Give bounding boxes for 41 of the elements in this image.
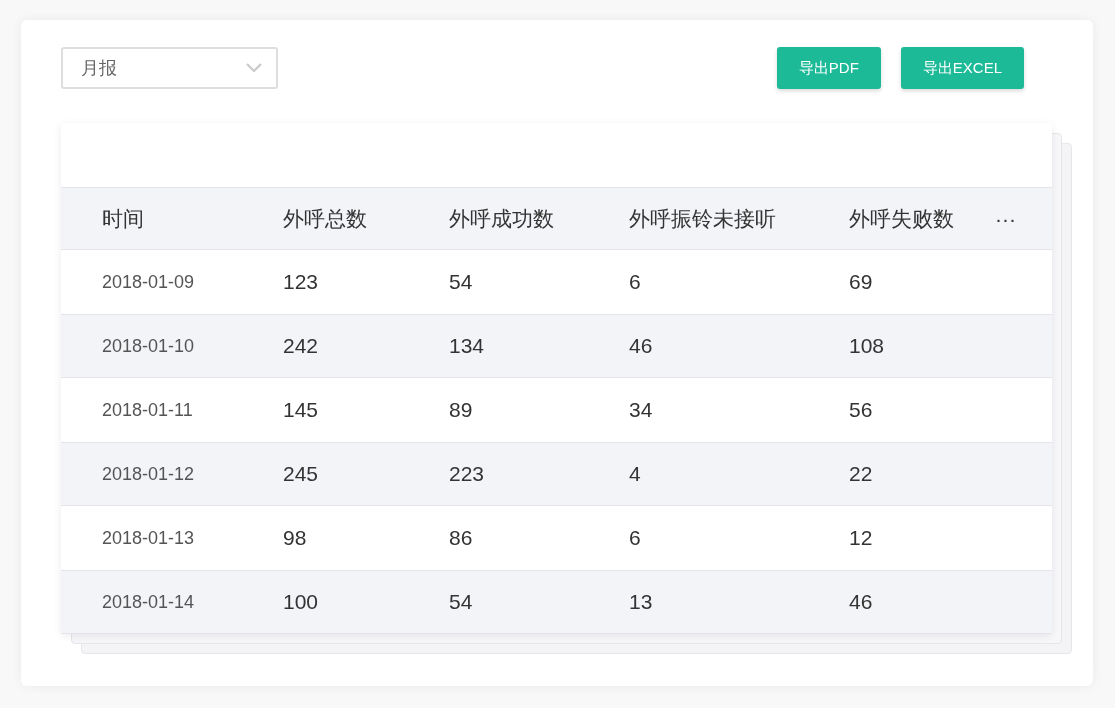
dropdown-value: 月报	[81, 56, 117, 80]
table-cell: 2018-01-10	[102, 335, 195, 356]
table-cell: 22	[849, 462, 873, 486]
table-cell: 12	[849, 526, 873, 550]
table-cell: 134	[449, 334, 485, 358]
table-cell: 6	[629, 270, 641, 294]
table-cell: 145	[283, 398, 319, 422]
table-cell: 2018-01-14	[102, 591, 195, 612]
table-cell: 223	[449, 462, 485, 486]
column-header: 外呼失败数	[849, 206, 954, 230]
table-cell: 6	[629, 526, 641, 550]
table-cell: 86	[449, 526, 473, 550]
column-header: 外呼振铃未接听	[629, 206, 776, 230]
table-cell: 4	[629, 462, 641, 486]
table-cell: 242	[283, 334, 319, 358]
table-cell: 108	[849, 334, 885, 358]
table-cell: 69	[849, 270, 873, 294]
table-cell: 89	[449, 398, 473, 422]
table-cell: 2018-01-12	[102, 463, 195, 484]
table-cell: 123	[283, 270, 319, 294]
table-cell: 2018-01-11	[102, 399, 193, 420]
table-cell: 54	[449, 270, 473, 294]
export-button[interactable]: 导出PDF	[776, 47, 881, 89]
table-cell: 2018-01-09	[102, 271, 195, 292]
table-cell: 56	[849, 398, 873, 422]
column-header: 时间	[102, 206, 144, 230]
table-cell: 34	[629, 398, 653, 422]
chevron-down-icon	[246, 63, 262, 73]
more-columns-indicator: ···	[995, 206, 1016, 230]
report-dropdown[interactable]: 月报	[61, 47, 278, 89]
column-header: 外呼总数	[283, 206, 367, 230]
table-cell: 100	[283, 590, 319, 614]
table-cell: 46	[629, 334, 653, 358]
table-cell: 98	[283, 526, 307, 550]
export-button[interactable]: 导出EXCEL	[900, 47, 1024, 89]
column-header: 外呼成功数	[449, 206, 554, 230]
table-cell: 2018-01-13	[102, 527, 195, 548]
table-cell: 245	[283, 462, 319, 486]
table-cell: 54	[449, 590, 473, 614]
table-cell: 46	[849, 590, 873, 614]
table-cell: 13	[629, 590, 653, 614]
